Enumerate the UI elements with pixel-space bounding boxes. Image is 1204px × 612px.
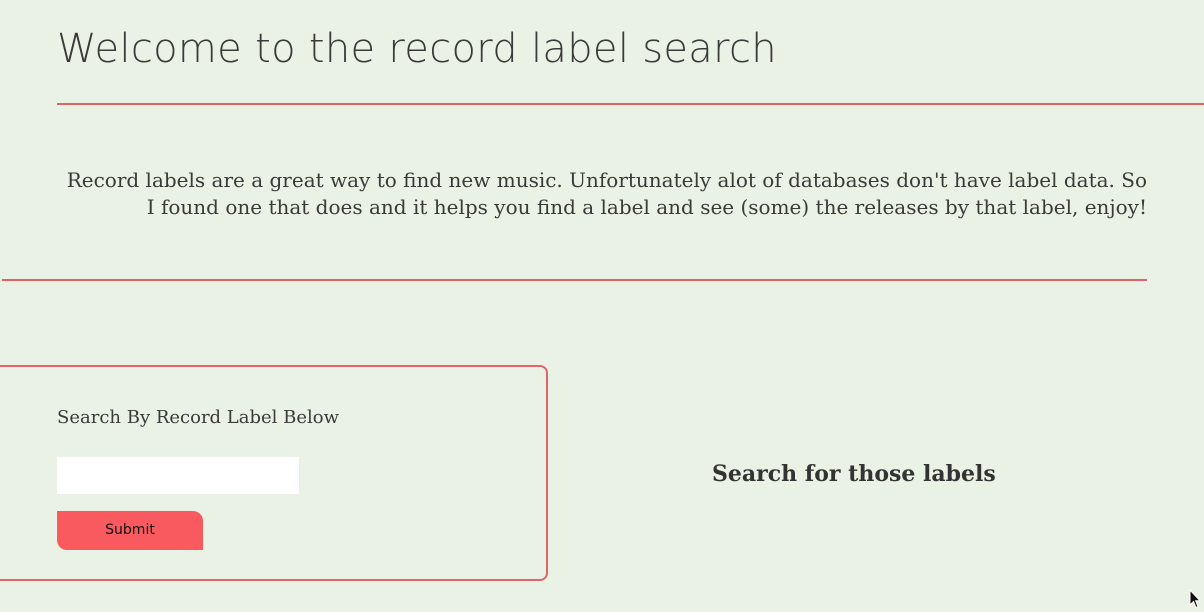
results-heading: Search for those labels — [712, 461, 996, 487]
page-title: Welcome to the record label search — [57, 26, 777, 72]
search-input[interactable] — [57, 457, 299, 494]
title-divider — [57, 103, 1204, 105]
intro-text: Record labels are a great way to find ne… — [66, 168, 1147, 219]
intro-divider — [2, 279, 1147, 281]
submit-button[interactable]: Submit — [57, 511, 203, 550]
mouse-pointer-icon — [1189, 589, 1201, 609]
search-label: Search By Record Label Below — [57, 407, 340, 428]
